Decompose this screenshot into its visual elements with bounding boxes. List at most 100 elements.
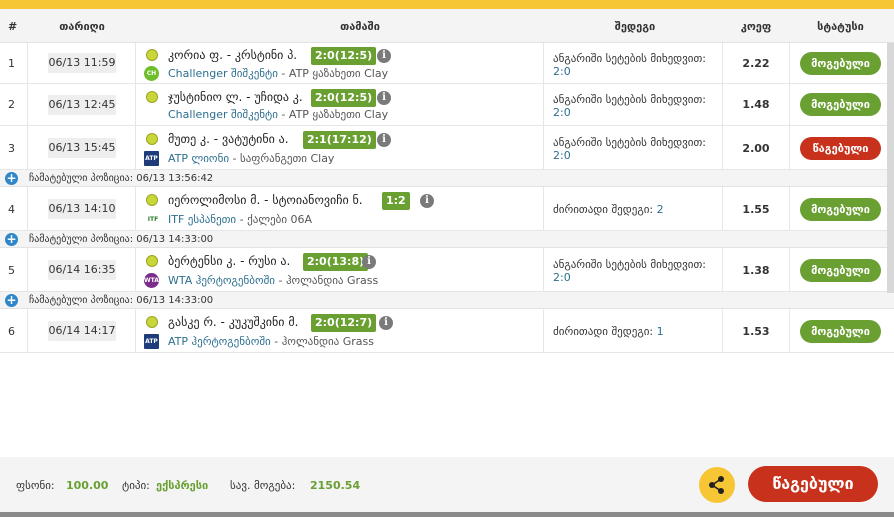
info-icon[interactable]: i <box>377 91 391 105</box>
league-label: ATP ლიონი - საფრანგეთი Clay <box>168 152 335 165</box>
market-text: ანგარიში სეტების მიხედვით: 2:0 <box>553 52 707 78</box>
tennis-ball-icon <box>146 91 158 103</box>
row-number: 3 <box>8 142 15 155</box>
added-position-text: ჩამატებული პოზიცია: 06/13 13:56:42 <box>29 173 214 184</box>
stake-value: 100.00 <box>66 479 109 492</box>
table-row: 4 06/13 14:10 იეროლიმოსი მ. - სტოიანოვიჩ… <box>0 187 894 231</box>
scrollbar[interactable] <box>887 43 894 293</box>
plus-icon[interactable]: + <box>5 294 18 307</box>
status-badge: მოგებული <box>800 320 881 343</box>
row-number: 4 <box>8 203 15 216</box>
header-match: თამაში <box>340 20 380 33</box>
row-date: 06/14 14:17 <box>48 321 116 341</box>
row-number: 6 <box>8 325 15 338</box>
league-label: ITF ესპანეთი - ქალები 06A <box>168 213 313 226</box>
plus-icon[interactable]: + <box>5 172 18 185</box>
header-num: # <box>8 20 18 33</box>
row-coef: 2.00 <box>742 142 770 155</box>
match-name[interactable]: იეროლიმოსი მ. - სტოიანოვიჩი ნ. <box>168 193 363 207</box>
added-position-bar: + ჩამატებული პოზიცია: 06/13 14:33:00 <box>0 231 894 248</box>
itf-logo-icon: ITF <box>144 212 162 227</box>
row-number: 5 <box>8 264 15 277</box>
match-score: 2:0(12:5) <box>311 47 377 65</box>
status-badge: მოგებული <box>800 93 881 116</box>
league-label: ATP ჰერტოგენბოში - ჰოლანდია Grass <box>168 335 375 348</box>
info-icon[interactable]: i <box>420 194 434 208</box>
market-text: ანგარიში სეტების მიხედვით: 2:0 <box>553 136 707 162</box>
betslip-footer: ფსონი: 100.00 ტიპი: ექსპრესი სავ. მოგება… <box>0 457 894 517</box>
plus-icon[interactable]: + <box>5 233 18 246</box>
wta-logo-icon: WTA <box>144 273 159 288</box>
info-icon[interactable]: i <box>377 49 391 63</box>
match-name[interactable]: კორია ფ. - კრსტინი პ. <box>168 48 297 62</box>
info-icon[interactable]: i <box>379 316 393 330</box>
info-icon[interactable]: i <box>362 255 376 269</box>
status-lost-button[interactable]: წაგებული <box>748 466 878 502</box>
match-score: 2:0(12:5) <box>311 89 377 107</box>
row-coef: 1.53 <box>742 325 770 338</box>
table-row: 1 06/13 11:59 კორია ფ. - კრსტინი პ. 2:0(… <box>0 43 894 84</box>
atp-logo-icon: ATP <box>144 151 159 166</box>
header-market: შედეგი <box>614 20 656 33</box>
info-icon[interactable]: i <box>377 133 391 147</box>
stake-label: ფსონი: <box>16 479 55 492</box>
status-badge: მოგებული <box>800 259 881 282</box>
added-position-text: ჩამატებული პოზიცია: 06/13 14:33:00 <box>29 234 214 245</box>
share-icon <box>709 476 724 494</box>
added-position-bar: + ჩამატებული პოზიცია: 06/13 13:56:42 <box>0 170 894 187</box>
row-date: 06/13 11:59 <box>48 53 116 73</box>
row-date: 06/13 15:45 <box>48 138 116 158</box>
row-coef: 1.48 <box>742 98 770 111</box>
market-text: ძირითადი შედეგი: 1 <box>553 325 664 338</box>
status-badge: მოგებული <box>800 198 881 221</box>
match-score: 2:0(12:7) <box>311 314 377 332</box>
match-score: 1:2 <box>382 192 410 210</box>
row-coef: 1.38 <box>742 264 770 277</box>
row-date: 06/13 12:45 <box>48 95 116 115</box>
table-row: 6 06/14 14:17 გასკე რ. - კუკუშკინი მ. 2:… <box>0 309 894 353</box>
total-win-value: 2150.54 <box>310 479 361 492</box>
row-date: 06/13 14:10 <box>48 199 116 219</box>
market-text: ძირითადი შედეგი: 2 <box>553 203 664 216</box>
row-coef: 2.22 <box>742 57 770 70</box>
tennis-ball-icon <box>146 49 158 61</box>
match-name[interactable]: ჯუსტინიო ლ. - უჩიდა კ. <box>168 90 303 104</box>
table-row: 3 06/13 15:45 მუთე კ. - ვატუტინი ა. 2:1(… <box>0 126 894 170</box>
added-position-bar: + ჩამატებული პოზიცია: 06/13 14:33:00 <box>0 292 894 309</box>
row-number: 2 <box>8 98 15 111</box>
market-text: ანგარიში სეტების მიხედვით: 2:0 <box>553 93 707 119</box>
status-badge: მოგებული <box>800 52 881 75</box>
tennis-ball-icon <box>146 255 158 267</box>
table-row: 2 06/13 12:45 ჯუსტინიო ლ. - უჩიდა კ. 2:0… <box>0 84 894 126</box>
tennis-ball-icon <box>146 316 158 328</box>
header-status: სტატუსი <box>817 20 864 33</box>
atp-logo-icon: ATP <box>144 334 159 349</box>
status-badge: წაგებული <box>800 137 881 160</box>
league-label: Challenger შიშკენტი - ATP ყაზახეთი Clay <box>168 108 389 121</box>
type-value: ექსპრესი <box>156 479 209 492</box>
header-date: თარიღი <box>59 20 105 33</box>
top-accent-bar <box>0 0 894 9</box>
match-name[interactable]: მუთე კ. - ვატუტინი ა. <box>168 132 289 146</box>
row-coef: 1.55 <box>742 203 770 216</box>
market-text: ანგარიში სეტების მიხედვით: 2:0 <box>553 258 707 284</box>
row-date: 06/14 16:35 <box>48 260 116 280</box>
match-score: 2:0(13:8) <box>303 253 369 271</box>
league-label: Challenger შიშკენტი - ATP ყაზახეთი Clay <box>168 67 389 80</box>
table-header: # თარიღი თამაში შედეგი კოეფ სტატუსი <box>0 9 894 43</box>
match-score: 2:1(17:12) <box>303 131 376 149</box>
bottom-strip <box>0 512 894 517</box>
row-number: 1 <box>8 57 15 70</box>
challenger-logo-icon: CH <box>144 66 159 81</box>
type-label: ტიპი: <box>122 479 150 492</box>
total-win-label: სავ. მოგება: <box>230 479 296 492</box>
tennis-ball-icon <box>146 133 158 145</box>
match-name[interactable]: გასკე რ. - კუკუშკინი მ. <box>168 315 298 329</box>
share-button[interactable] <box>699 467 735 503</box>
tennis-ball-icon <box>146 194 158 206</box>
match-name[interactable]: ბერტენსი კ. - რუსი ა. <box>168 254 290 268</box>
added-position-text: ჩამატებული პოზიცია: 06/13 14:33:00 <box>29 295 214 306</box>
table-row: 5 06/14 16:35 ბერტენსი კ. - რუსი ა. 2:0(… <box>0 248 894 292</box>
header-coef: კოეფ <box>740 20 772 33</box>
league-label: WTA ჰერტოგენბოში - ჰოლანდია Grass <box>168 274 379 287</box>
